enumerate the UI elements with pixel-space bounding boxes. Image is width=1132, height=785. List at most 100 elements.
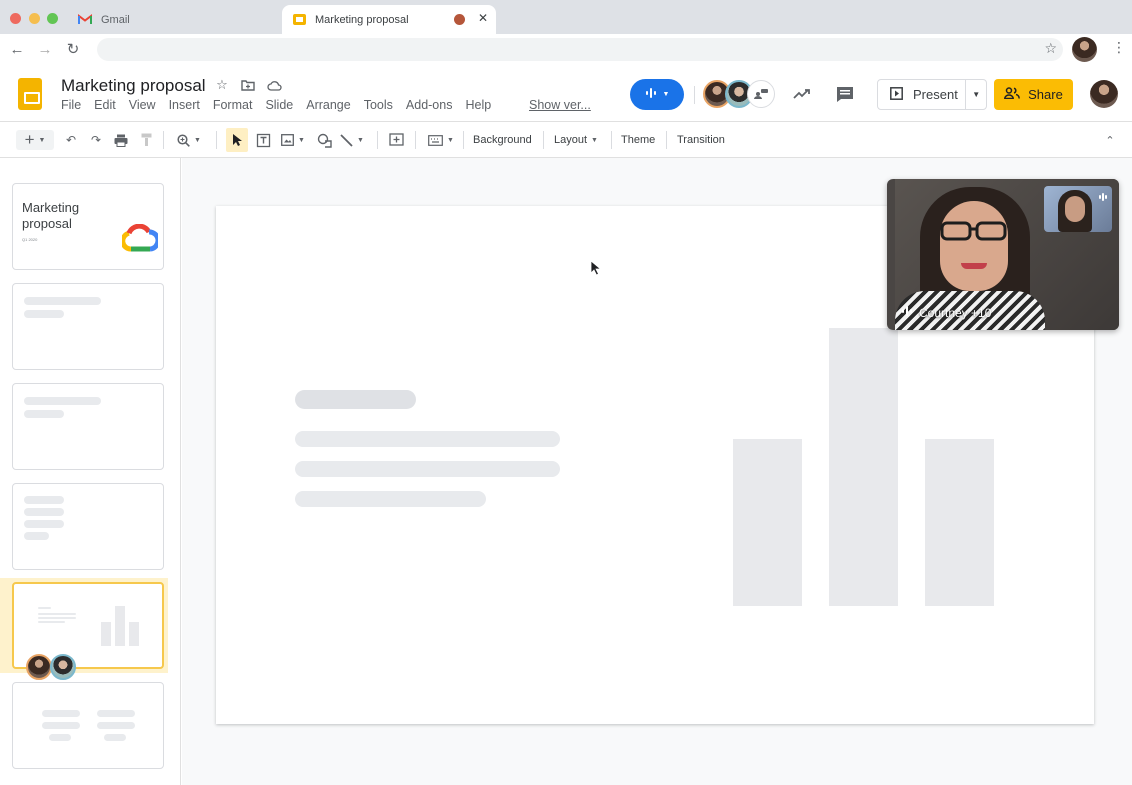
present-options-dropdown[interactable]: ▼	[966, 90, 986, 99]
star-icon[interactable]: ☆	[214, 77, 230, 93]
close-tab-icon[interactable]: ✕	[478, 11, 488, 25]
app-header: Marketing proposal ☆ File Edit View Inse…	[0, 64, 1132, 122]
participant-face	[940, 201, 1008, 291]
comments-icon[interactable]	[834, 83, 856, 105]
maximize-window-button[interactable]	[47, 13, 58, 24]
placeholder-line	[24, 310, 64, 318]
meet-call-button[interactable]: ▼	[630, 79, 684, 110]
reload-icon[interactable]: ↻	[64, 40, 82, 58]
toolbar-divider	[163, 131, 164, 149]
participant-smile	[961, 263, 987, 269]
slide-thumbnail-2[interactable]	[12, 283, 164, 370]
menu-arrange[interactable]: Arrange	[306, 98, 350, 112]
back-icon[interactable]: ←	[8, 40, 26, 58]
undo-icon[interactable]: ↶	[62, 130, 80, 150]
layout-button[interactable]: Layout ▼	[554, 130, 598, 150]
menu-insert[interactable]: Insert	[169, 98, 200, 112]
thumbnail-subtitle: Q1 2020	[22, 237, 38, 242]
placeholder-bar	[115, 606, 125, 646]
forward-icon[interactable]: →	[36, 40, 54, 58]
menu-help[interactable]: Help	[465, 98, 491, 112]
paint-format-icon[interactable]	[137, 130, 155, 150]
new-slide-button[interactable]: + ▼	[16, 130, 54, 150]
audio-levels-icon	[645, 86, 657, 104]
shape-icon[interactable]	[315, 130, 333, 150]
line-tool-button[interactable]: ▼	[338, 130, 366, 150]
document-title[interactable]: Marketing proposal	[61, 76, 206, 96]
placeholder-line	[295, 491, 486, 507]
activity-dashboard-icon[interactable]	[791, 83, 813, 105]
recording-indicator-icon	[454, 14, 465, 25]
insert-image-button[interactable]: ▼	[279, 130, 307, 150]
collaborator-avatar	[26, 654, 52, 680]
close-window-button[interactable]	[10, 13, 21, 24]
placeholder-line	[24, 508, 64, 516]
show-versions-link[interactable]: Show ver...	[529, 98, 591, 112]
slide-thumbnail-1[interactable]: Marketing proposal Q1 2020	[12, 183, 164, 270]
browser-toolbar: ← → ↻ ☆ ⋮	[0, 34, 1132, 64]
bookmark-star-icon[interactable]: ☆	[1044, 40, 1057, 57]
slide-thumbnail-4[interactable]	[12, 483, 164, 570]
placeholder-bar	[829, 328, 898, 606]
placeholder-line	[104, 734, 126, 741]
transition-button[interactable]: Transition	[677, 130, 725, 150]
toolbar-divider	[377, 131, 378, 149]
menu-format[interactable]: Format	[213, 98, 253, 112]
placeholder-line	[295, 461, 560, 477]
background-button[interactable]: Background	[473, 130, 532, 150]
redo-icon[interactable]: ↷	[87, 130, 105, 150]
minimize-window-button[interactable]	[29, 13, 40, 24]
toolbar-divider	[611, 131, 612, 149]
placeholder-line	[24, 496, 64, 504]
placeholder-line	[24, 397, 101, 405]
meet-video-pip[interactable]: Courtney +10	[887, 179, 1119, 330]
input-tools-button[interactable]: ▼	[426, 130, 456, 150]
browser-menu-icon[interactable]: ⋮	[1112, 39, 1126, 56]
toolbar-divider	[666, 131, 667, 149]
placeholder-line	[24, 410, 64, 418]
text-box-icon[interactable]	[254, 130, 272, 150]
tab-label: Marketing proposal	[315, 13, 409, 26]
menu-tools[interactable]: Tools	[364, 98, 393, 112]
menu-edit[interactable]: Edit	[94, 98, 116, 112]
zoom-button[interactable]: ▼	[174, 130, 204, 150]
collapse-toolbar-icon[interactable]: ⌃	[1102, 130, 1118, 150]
account-avatar[interactable]	[1090, 80, 1118, 108]
slide-thumbnail-5[interactable]	[12, 582, 164, 680]
menu-view[interactable]: View	[129, 98, 156, 112]
toolbar-divider	[216, 131, 217, 149]
mouse-cursor-icon	[590, 260, 602, 281]
menu-slide[interactable]: Slide	[265, 98, 293, 112]
chat-participants-icon[interactable]	[747, 80, 775, 108]
select-tool-icon[interactable]	[226, 128, 248, 152]
cloud-saved-icon[interactable]	[266, 77, 282, 93]
slides-logo-icon[interactable]	[18, 78, 42, 110]
menu-add-ons[interactable]: Add-ons	[406, 98, 453, 112]
toolbar-divider	[463, 131, 464, 149]
tab-marketing-proposal[interactable]: Marketing proposal ✕	[282, 5, 496, 34]
address-bar[interactable]: ☆	[97, 38, 1063, 61]
tab-gmail[interactable]: Gmail	[70, 5, 280, 34]
print-icon[interactable]	[112, 130, 130, 150]
toolbar-divider	[415, 131, 416, 149]
self-video-preview	[1044, 186, 1112, 232]
present-main-button[interactable]: Present	[878, 80, 967, 109]
placeholder-line	[49, 734, 71, 741]
profile-avatar[interactable]	[1072, 37, 1097, 62]
participant-glasses	[939, 221, 1009, 241]
add-comment-icon[interactable]	[387, 130, 405, 150]
browser-tab-bar: Gmail Marketing proposal ✕	[0, 0, 1132, 34]
theme-button[interactable]: Theme	[621, 130, 655, 150]
placeholder-line	[38, 617, 76, 619]
share-button[interactable]: Share	[994, 79, 1073, 110]
slide-thumbnail-6[interactable]	[12, 682, 164, 769]
placeholder-heading	[295, 390, 416, 409]
present-button[interactable]: Present ▼	[877, 79, 987, 110]
move-folder-icon[interactable]	[240, 77, 256, 93]
placeholder-line	[97, 710, 135, 717]
placeholder-line	[97, 722, 135, 729]
menu-file[interactable]: File	[61, 98, 81, 112]
slide-thumbnail-3[interactable]	[12, 383, 164, 470]
gmail-icon	[78, 13, 92, 27]
placeholder-line	[38, 607, 51, 609]
